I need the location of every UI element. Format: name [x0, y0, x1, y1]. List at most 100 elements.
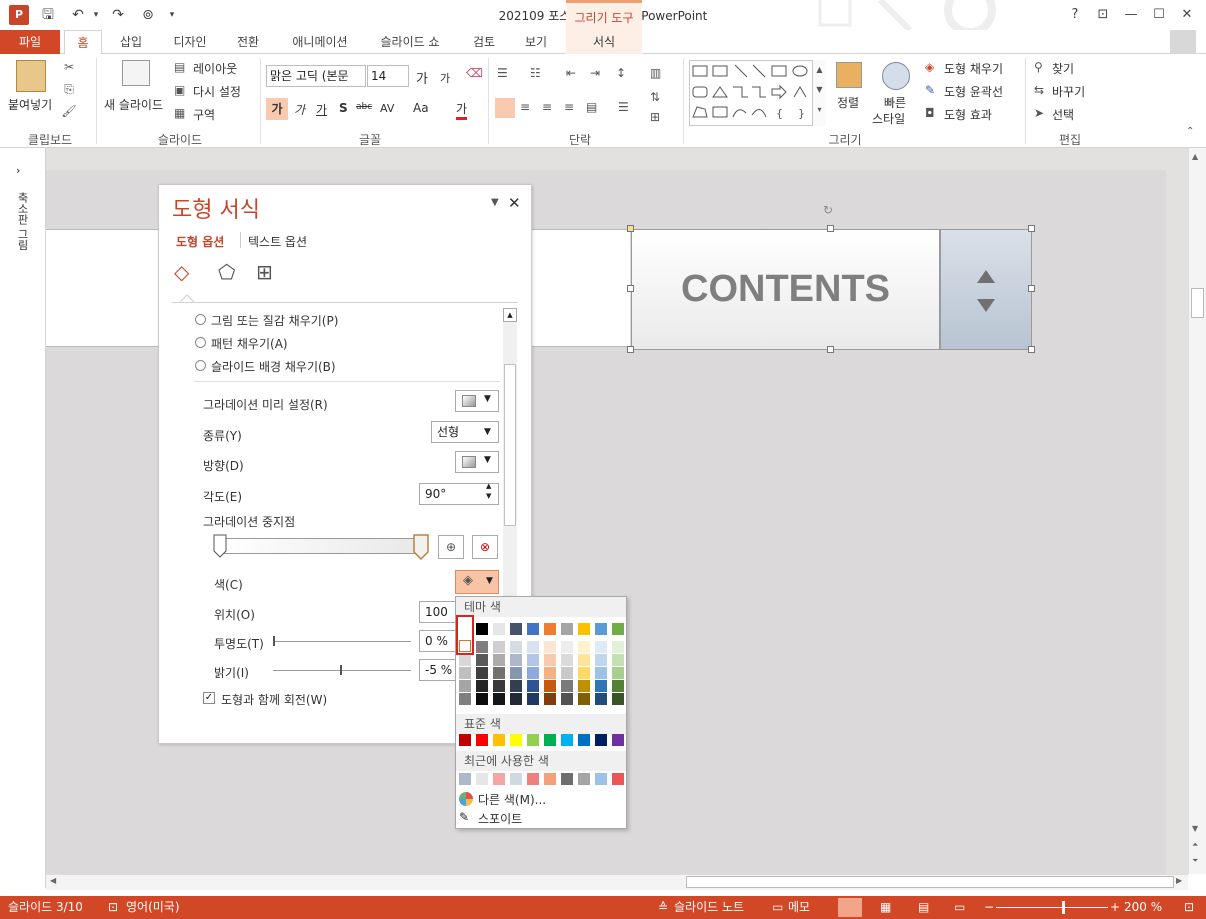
new-slide-button[interactable]: 새 슬라이드	[104, 96, 163, 113]
expand-thumbnails-icon[interactable]: ›	[16, 164, 20, 177]
direction-dropdown[interactable]: ▼	[455, 451, 499, 473]
tab-home[interactable]: 홈	[64, 30, 102, 55]
rotate-with-shape-label[interactable]: 도형과 함께 회전(W)	[221, 691, 327, 708]
layout-button[interactable]: 레이아웃	[193, 60, 237, 77]
previous-slide-icon[interactable]: ⏶	[1192, 840, 1198, 850]
tab-insert[interactable]: 삽입	[112, 30, 150, 54]
tab-text-options[interactable]: 텍스트 옵션	[248, 233, 307, 250]
shape-fill-button[interactable]: 도형 채우기	[944, 60, 1003, 77]
add-stop-icon[interactable]: ⊕	[438, 535, 464, 559]
pattern-fill-label[interactable]: 패턴 채우기(A)	[211, 335, 288, 352]
thumbnail-pane[interactable]: › 축소판 그림	[0, 148, 46, 888]
minimize-button[interactable]: —	[1118, 4, 1144, 26]
recent-color-swatch[interactable]	[476, 773, 488, 785]
recent-color-swatch[interactable]	[493, 773, 505, 785]
justify-icon[interactable]: ≡	[564, 100, 574, 114]
rotate-handle-icon[interactable]: ↻	[823, 203, 833, 217]
text-align-icon[interactable]: ☰	[618, 100, 629, 114]
shapes-gallery-scroll[interactable]: ▲ ▼ ▾	[812, 60, 826, 126]
fit-to-window-icon[interactable]: ⊡	[1184, 896, 1194, 919]
tab-slideshow[interactable]: 슬라이드 쇼	[372, 30, 448, 54]
italic-button[interactable]: 가	[294, 101, 305, 118]
find-icon[interactable]: ⚲	[1034, 60, 1043, 74]
reset-button[interactable]: 다시 설정	[193, 83, 241, 100]
section-icon[interactable]: ▦	[174, 106, 185, 120]
selection-handle[interactable]	[627, 346, 634, 353]
decrease-indent-icon[interactable]: ⇤	[566, 66, 576, 80]
vertical-scrollbar[interactable]: ▲ ▼ ⏶ ⏷	[1188, 148, 1206, 874]
recent-color-swatch[interactable]	[612, 773, 624, 785]
h-scroll-thumb[interactable]	[686, 876, 1174, 888]
slide-sorter-icon[interactable]: ▦	[880, 896, 891, 919]
position-spinner[interactable]: 100 %	[419, 601, 459, 623]
cut-icon[interactable]: ✂	[60, 60, 78, 74]
shrink-font-button[interactable]: 가	[440, 70, 450, 86]
underline-button[interactable]: 가	[316, 101, 327, 118]
transparency-slider-track[interactable]	[273, 641, 411, 642]
quick-styles-line1[interactable]: 빠른	[884, 94, 906, 111]
gradient-preset-dropdown[interactable]: ▼	[455, 390, 499, 412]
transparency-spinner[interactable]: 0 %	[419, 630, 459, 652]
tab-format[interactable]: 서식	[566, 30, 642, 54]
gradient-stop-1[interactable]	[213, 534, 227, 558]
select-button[interactable]: 선택	[1052, 106, 1074, 123]
recent-color-swatch[interactable]	[459, 773, 471, 785]
tab-view[interactable]: 보기	[516, 30, 556, 54]
gradient-stops-bar[interactable]	[220, 538, 422, 554]
change-case-button[interactable]: Aa	[413, 101, 429, 115]
background-fill-label[interactable]: 슬라이드 배경 채우기(B)	[211, 358, 336, 375]
char-spacing-button[interactable]: AV	[380, 102, 394, 115]
section-button[interactable]: 구역	[193, 106, 215, 123]
new-slide-icon[interactable]	[122, 60, 150, 86]
transparency-slider-thumb[interactable]	[273, 636, 275, 646]
remove-stop-icon[interactable]: ⊗	[472, 535, 498, 559]
shape-effects-button[interactable]: 도형 효과	[944, 106, 992, 123]
replace-button[interactable]: 바꾸기	[1052, 83, 1085, 100]
rotate-with-shape-checkbox[interactable]: ✓	[203, 692, 215, 704]
comments-icon[interactable]: ▭	[772, 896, 783, 919]
bold-button[interactable]: 가	[266, 98, 288, 120]
close-button[interactable]: ✕	[1174, 4, 1200, 26]
zoom-slider-thumb[interactable]	[1062, 901, 1065, 914]
quick-styles-line2[interactable]: 스타일	[872, 110, 905, 127]
selection-handle[interactable]	[827, 346, 834, 353]
tab-shape-options[interactable]: 도형 옵션	[176, 233, 224, 250]
columns-icon[interactable]: ▥	[650, 66, 661, 80]
shadow-button[interactable]: S	[339, 101, 348, 115]
tab-design[interactable]: 디자인	[165, 30, 215, 54]
grow-font-button[interactable]: 가	[416, 68, 428, 87]
align-center-icon[interactable]: ≡	[520, 100, 530, 114]
recent-color-swatch[interactable]	[595, 773, 607, 785]
font-color-button[interactable]: 가	[456, 100, 468, 120]
smartart-icon[interactable]: ⊞	[650, 110, 660, 124]
notes-button[interactable]: 슬라이드 노트	[674, 896, 744, 919]
increase-indent-icon[interactable]: ⇥	[590, 66, 600, 80]
recent-color-swatch[interactable]	[578, 773, 590, 785]
selection-handle[interactable]	[827, 225, 834, 232]
recent-color-swatch[interactable]	[544, 773, 556, 785]
pane-scroll-thumb[interactable]	[504, 364, 516, 526]
clear-format-icon[interactable]: ⌫	[466, 66, 483, 80]
maximize-button[interactable]: ☐	[1146, 4, 1172, 26]
recent-color-swatch[interactable]	[527, 773, 539, 785]
reset-icon[interactable]: ▣	[174, 83, 185, 97]
brightness-slider-thumb[interactable]	[340, 665, 342, 675]
shapes-gallery[interactable]: {}	[689, 60, 826, 126]
arrow-shape[interactable]	[940, 229, 1032, 350]
arrange-button[interactable]: 정렬	[837, 94, 859, 111]
shape-fill-icon[interactable]: ◈	[925, 60, 934, 74]
recent-color-swatch[interactable]	[510, 773, 522, 785]
brightness-spinner[interactable]: -5 %	[419, 659, 459, 681]
notes-icon[interactable]: ≙	[658, 896, 668, 919]
gradient-stop-2[interactable]	[413, 534, 429, 560]
pane-close-icon[interactable]: ✕	[508, 194, 521, 212]
angle-spinner[interactable]: 90° ▲ ▼	[419, 482, 499, 505]
language-indicator[interactable]: 영어(미국)	[126, 896, 180, 919]
selection-handle[interactable]	[1028, 225, 1035, 232]
align-right-icon[interactable]: ≡	[542, 100, 552, 114]
selection-handle[interactable]	[1028, 285, 1035, 292]
more-colors-item[interactable]: 다른 색(M)...	[478, 791, 546, 808]
pane-options-icon[interactable]: ▼	[491, 197, 499, 208]
shape-outline-icon[interactable]: ✎	[925, 83, 935, 97]
ribbon-display-icon[interactable]: ⊡	[1090, 4, 1116, 26]
